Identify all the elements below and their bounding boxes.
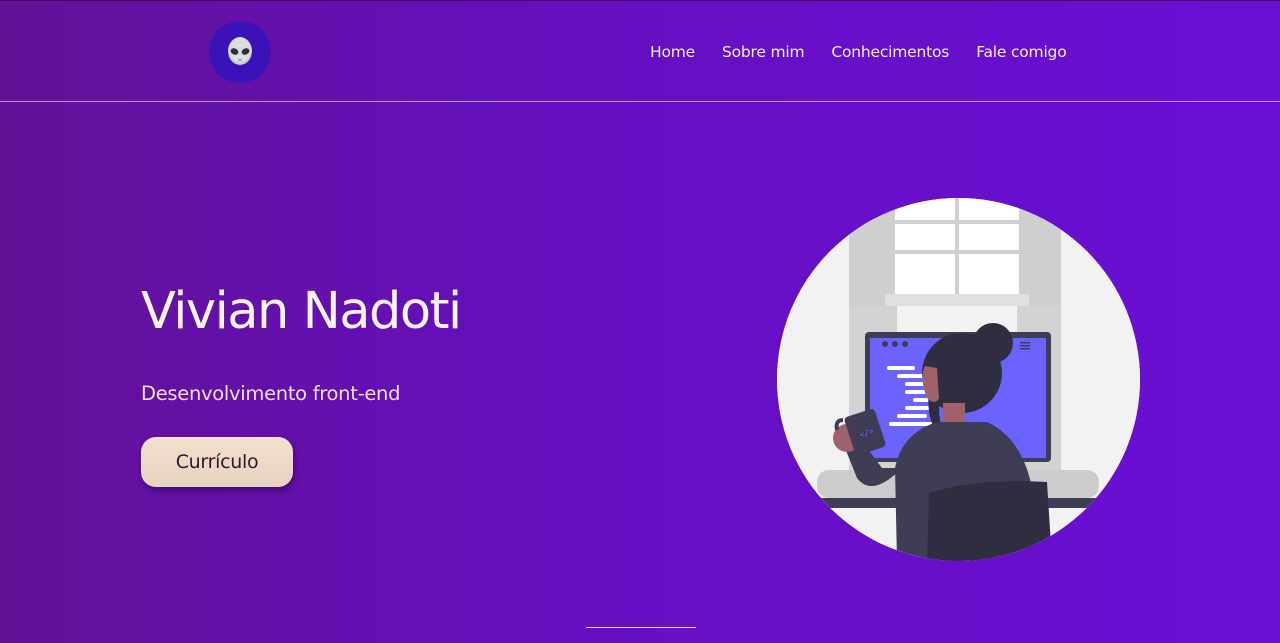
hero-illustration: </> <box>777 198 1140 561</box>
nav-link-conhecimentos[interactable]: Conhecimentos <box>831 41 949 63</box>
main-nav: Home Sobre mim Conhecimentos Fale comigo <box>650 41 1093 63</box>
site-header: Home Sobre mim Conhecimentos Fale comigo <box>0 0 1280 102</box>
nav-link-sobre-mim[interactable]: Sobre mim <box>722 41 805 63</box>
scroll-indicator <box>586 627 696 628</box>
curriculo-button[interactable]: Currículo <box>141 437 293 487</box>
nav-link-home[interactable]: Home <box>650 41 695 63</box>
hero-subtitle: Desenvolvimento front-end <box>141 382 401 405</box>
hero-title: Vivian Nadoti <box>141 282 462 341</box>
nav-link-fale-comigo[interactable]: Fale comigo <box>976 41 1066 63</box>
developer-illustration: </> <box>777 198 1140 561</box>
logo[interactable] <box>209 21 271 83</box>
alien-face-icon <box>228 37 252 65</box>
